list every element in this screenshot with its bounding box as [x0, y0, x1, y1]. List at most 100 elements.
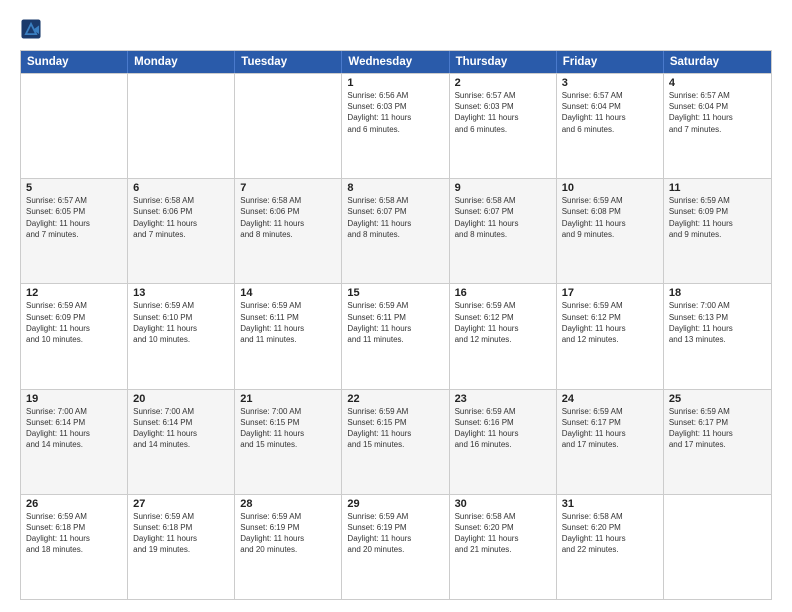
calendar-cell-day-25: 25Sunrise: 6:59 AM Sunset: 6:17 PM Dayli… [664, 390, 771, 494]
day-info: Sunrise: 6:59 AM Sunset: 6:11 PM Dayligh… [347, 300, 443, 345]
calendar-cell-day-13: 13Sunrise: 6:59 AM Sunset: 6:10 PM Dayli… [128, 284, 235, 388]
day-info: Sunrise: 6:59 AM Sunset: 6:09 PM Dayligh… [669, 195, 766, 240]
day-number: 4 [669, 77, 766, 89]
calendar-cell-day-2: 2Sunrise: 6:57 AM Sunset: 6:03 PM Daylig… [450, 74, 557, 178]
day-info: Sunrise: 6:58 AM Sunset: 6:20 PM Dayligh… [455, 511, 551, 556]
day-number: 21 [240, 393, 336, 405]
calendar-cell-day-15: 15Sunrise: 6:59 AM Sunset: 6:11 PM Dayli… [342, 284, 449, 388]
day-number: 22 [347, 393, 443, 405]
header-day-monday: Monday [128, 51, 235, 73]
day-number: 20 [133, 393, 229, 405]
calendar: SundayMondayTuesdayWednesdayThursdayFrid… [20, 50, 772, 600]
day-info: Sunrise: 7:00 AM Sunset: 6:13 PM Dayligh… [669, 300, 766, 345]
calendar-cell-day-4: 4Sunrise: 6:57 AM Sunset: 6:04 PM Daylig… [664, 74, 771, 178]
header-day-friday: Friday [557, 51, 664, 73]
calendar-cell-day-16: 16Sunrise: 6:59 AM Sunset: 6:12 PM Dayli… [450, 284, 557, 388]
day-number: 31 [562, 498, 658, 510]
day-info: Sunrise: 6:59 AM Sunset: 6:12 PM Dayligh… [455, 300, 551, 345]
day-info: Sunrise: 6:59 AM Sunset: 6:17 PM Dayligh… [669, 406, 766, 451]
day-number: 24 [562, 393, 658, 405]
day-info: Sunrise: 6:57 AM Sunset: 6:03 PM Dayligh… [455, 90, 551, 135]
day-number: 12 [26, 287, 122, 299]
calendar-cell-day-26: 26Sunrise: 6:59 AM Sunset: 6:18 PM Dayli… [21, 495, 128, 599]
calendar-row-5: 26Sunrise: 6:59 AM Sunset: 6:18 PM Dayli… [21, 494, 771, 599]
calendar-cell-day-31: 31Sunrise: 6:58 AM Sunset: 6:20 PM Dayli… [557, 495, 664, 599]
calendar-cell-day-28: 28Sunrise: 6:59 AM Sunset: 6:19 PM Dayli… [235, 495, 342, 599]
day-number: 5 [26, 182, 122, 194]
calendar-body: 1Sunrise: 6:56 AM Sunset: 6:03 PM Daylig… [21, 73, 771, 599]
header-day-sunday: Sunday [21, 51, 128, 73]
day-info: Sunrise: 6:59 AM Sunset: 6:09 PM Dayligh… [26, 300, 122, 345]
day-info: Sunrise: 6:59 AM Sunset: 6:19 PM Dayligh… [347, 511, 443, 556]
day-number: 27 [133, 498, 229, 510]
calendar-cell-empty [235, 74, 342, 178]
calendar-cell-day-11: 11Sunrise: 6:59 AM Sunset: 6:09 PM Dayli… [664, 179, 771, 283]
day-info: Sunrise: 6:59 AM Sunset: 6:18 PM Dayligh… [26, 511, 122, 556]
page: SundayMondayTuesdayWednesdayThursdayFrid… [0, 0, 792, 612]
day-number: 30 [455, 498, 551, 510]
header-day-thursday: Thursday [450, 51, 557, 73]
day-info: Sunrise: 6:58 AM Sunset: 6:06 PM Dayligh… [240, 195, 336, 240]
day-info: Sunrise: 6:59 AM Sunset: 6:17 PM Dayligh… [562, 406, 658, 451]
day-number: 3 [562, 77, 658, 89]
day-info: Sunrise: 6:57 AM Sunset: 6:05 PM Dayligh… [26, 195, 122, 240]
day-number: 28 [240, 498, 336, 510]
day-info: Sunrise: 6:57 AM Sunset: 6:04 PM Dayligh… [562, 90, 658, 135]
day-number: 29 [347, 498, 443, 510]
calendar-cell-day-17: 17Sunrise: 6:59 AM Sunset: 6:12 PM Dayli… [557, 284, 664, 388]
header-day-tuesday: Tuesday [235, 51, 342, 73]
day-info: Sunrise: 6:59 AM Sunset: 6:08 PM Dayligh… [562, 195, 658, 240]
day-info: Sunrise: 7:00 AM Sunset: 6:14 PM Dayligh… [26, 406, 122, 451]
calendar-cell-day-3: 3Sunrise: 6:57 AM Sunset: 6:04 PM Daylig… [557, 74, 664, 178]
day-number: 11 [669, 182, 766, 194]
calendar-cell-day-24: 24Sunrise: 6:59 AM Sunset: 6:17 PM Dayli… [557, 390, 664, 494]
day-number: 10 [562, 182, 658, 194]
day-info: Sunrise: 6:58 AM Sunset: 6:20 PM Dayligh… [562, 511, 658, 556]
day-number: 8 [347, 182, 443, 194]
day-info: Sunrise: 6:59 AM Sunset: 6:15 PM Dayligh… [347, 406, 443, 451]
day-info: Sunrise: 6:58 AM Sunset: 6:07 PM Dayligh… [455, 195, 551, 240]
calendar-cell-day-20: 20Sunrise: 7:00 AM Sunset: 6:14 PM Dayli… [128, 390, 235, 494]
day-number: 26 [26, 498, 122, 510]
calendar-cell-day-18: 18Sunrise: 7:00 AM Sunset: 6:13 PM Dayli… [664, 284, 771, 388]
day-info: Sunrise: 6:57 AM Sunset: 6:04 PM Dayligh… [669, 90, 766, 135]
day-number: 18 [669, 287, 766, 299]
day-info: Sunrise: 6:59 AM Sunset: 6:12 PM Dayligh… [562, 300, 658, 345]
day-number: 23 [455, 393, 551, 405]
calendar-cell-day-6: 6Sunrise: 6:58 AM Sunset: 6:06 PM Daylig… [128, 179, 235, 283]
calendar-cell-day-8: 8Sunrise: 6:58 AM Sunset: 6:07 PM Daylig… [342, 179, 449, 283]
header-day-wednesday: Wednesday [342, 51, 449, 73]
day-number: 25 [669, 393, 766, 405]
day-info: Sunrise: 6:58 AM Sunset: 6:07 PM Dayligh… [347, 195, 443, 240]
calendar-cell-day-19: 19Sunrise: 7:00 AM Sunset: 6:14 PM Dayli… [21, 390, 128, 494]
calendar-cell-day-7: 7Sunrise: 6:58 AM Sunset: 6:06 PM Daylig… [235, 179, 342, 283]
calendar-cell-day-29: 29Sunrise: 6:59 AM Sunset: 6:19 PM Dayli… [342, 495, 449, 599]
calendar-cell-day-30: 30Sunrise: 6:58 AM Sunset: 6:20 PM Dayli… [450, 495, 557, 599]
header-day-saturday: Saturday [664, 51, 771, 73]
calendar-cell-empty [21, 74, 128, 178]
calendar-cell-empty [128, 74, 235, 178]
calendar-header: SundayMondayTuesdayWednesdayThursdayFrid… [21, 51, 771, 73]
header [20, 18, 772, 40]
day-info: Sunrise: 6:59 AM Sunset: 6:16 PM Dayligh… [455, 406, 551, 451]
day-info: Sunrise: 6:56 AM Sunset: 6:03 PM Dayligh… [347, 90, 443, 135]
calendar-row-2: 5Sunrise: 6:57 AM Sunset: 6:05 PM Daylig… [21, 178, 771, 283]
calendar-cell-day-22: 22Sunrise: 6:59 AM Sunset: 6:15 PM Dayli… [342, 390, 449, 494]
calendar-cell-day-21: 21Sunrise: 7:00 AM Sunset: 6:15 PM Dayli… [235, 390, 342, 494]
day-number: 2 [455, 77, 551, 89]
logo [20, 18, 46, 40]
day-info: Sunrise: 6:59 AM Sunset: 6:18 PM Dayligh… [133, 511, 229, 556]
calendar-cell-day-10: 10Sunrise: 6:59 AM Sunset: 6:08 PM Dayli… [557, 179, 664, 283]
calendar-cell-day-1: 1Sunrise: 6:56 AM Sunset: 6:03 PM Daylig… [342, 74, 449, 178]
day-info: Sunrise: 6:59 AM Sunset: 6:10 PM Dayligh… [133, 300, 229, 345]
logo-icon [20, 18, 42, 40]
calendar-row-4: 19Sunrise: 7:00 AM Sunset: 6:14 PM Dayli… [21, 389, 771, 494]
day-number: 16 [455, 287, 551, 299]
day-info: Sunrise: 6:59 AM Sunset: 6:19 PM Dayligh… [240, 511, 336, 556]
day-number: 19 [26, 393, 122, 405]
day-number: 1 [347, 77, 443, 89]
day-number: 15 [347, 287, 443, 299]
calendar-cell-day-23: 23Sunrise: 6:59 AM Sunset: 6:16 PM Dayli… [450, 390, 557, 494]
calendar-cell-day-14: 14Sunrise: 6:59 AM Sunset: 6:11 PM Dayli… [235, 284, 342, 388]
day-number: 9 [455, 182, 551, 194]
